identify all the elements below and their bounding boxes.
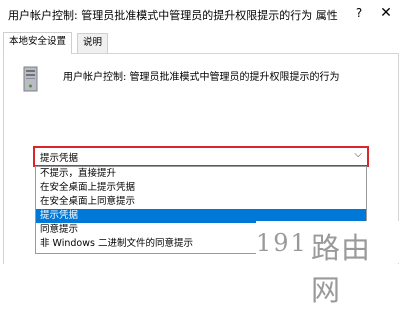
help-button[interactable]: ? — [349, 4, 369, 23]
watermark-text: 路由网 — [311, 231, 372, 307]
dropdown-option[interactable]: 在安全桌面上提示凭据 — [36, 181, 366, 195]
watermark: 191 路由网 — [256, 221, 400, 307]
watermark-number: 191 — [256, 229, 308, 257]
dropdown-option[interactable]: 在安全桌面上同意提示 — [36, 195, 366, 209]
tab-explain[interactable]: 说明 — [77, 33, 109, 53]
dropdown-selected-value: 提示凭据 — [40, 153, 79, 164]
close-button[interactable]: ✕ — [375, 4, 397, 23]
chevron-down-icon[interactable]: ⌵ — [354, 149, 362, 160]
policy-name: 用户帐户控制: 管理员批准模式中管理员的提升权限提示的行为 — [63, 72, 340, 83]
dropdown-option[interactable]: 不提示，直接提升 — [36, 167, 366, 181]
security-setting-dropdown[interactable]: 提示凭据 ⌵ — [33, 146, 369, 167]
title-bar: 用户帐户控制: 管理员批准模式中管理员的提升权限提示的行为 属性 ? ✕ — [0, 0, 400, 27]
server-icon — [23, 66, 38, 92]
window-title: 用户帐户控制: 管理员批准模式中管理员的提升权限提示的行为 属性 — [8, 9, 338, 22]
tab-strip: 本地安全设置 说明 — [0, 32, 400, 54]
tab-local-security-setting[interactable]: 本地安全设置 — [3, 32, 73, 54]
